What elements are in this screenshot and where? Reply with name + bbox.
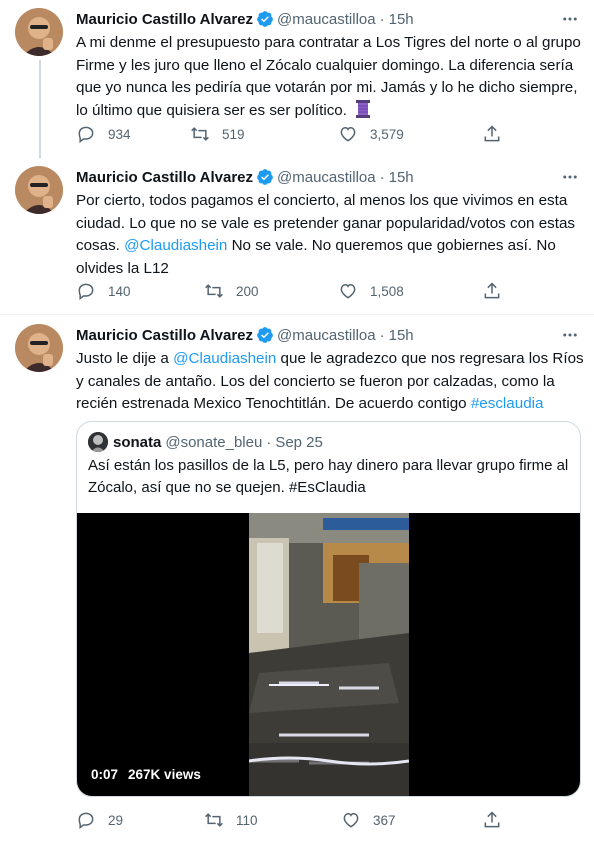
mention-link[interactable]: @Claudiashein	[124, 237, 227, 254]
retweet-button[interactable]: 200	[204, 280, 259, 302]
timestamp[interactable]: 15h	[389, 11, 414, 28]
retweet-button[interactable]: 519	[190, 123, 245, 145]
author-name[interactable]: Mauricio Castillo Alvarez	[76, 11, 253, 28]
tweet-actions: 934 519 3,579	[76, 123, 506, 145]
tweet-text: Por cierto, todos pagamos el concierto, …	[76, 190, 584, 280]
tweet-actions: 29 110 367	[76, 809, 506, 831]
retweet-icon	[205, 813, 223, 827]
author-handle[interactable]: @maucastilloa	[277, 169, 376, 186]
author-handle[interactable]: @maucastilloa	[277, 11, 376, 28]
reply-count: 140	[108, 283, 131, 299]
share-button[interactable]	[482, 809, 514, 831]
share-button[interactable]	[482, 123, 514, 145]
quoted-avatar	[88, 432, 108, 452]
author-name[interactable]: Mauricio Castillo Alvarez	[76, 169, 253, 186]
tweet-1[interactable]: Mauricio Castillo Alvarez @maucastilloa …	[0, 0, 594, 158]
more-options-button[interactable]	[560, 167, 580, 187]
verified-badge-icon	[257, 327, 273, 343]
like-count: 3,579	[370, 126, 404, 142]
retweet-icon	[191, 127, 209, 141]
more-dots-icon	[563, 333, 577, 337]
tweet-3[interactable]: Mauricio Castillo Alvarez @maucastilloa …	[0, 315, 594, 842]
heart-icon	[340, 126, 356, 142]
video-views: 267K views	[128, 767, 201, 782]
separator-dot: ·	[266, 433, 272, 451]
thread-connector	[39, 60, 41, 158]
mention-link[interactable]: @Claudiashein	[173, 350, 276, 367]
tweet-text: Justo le dije a @Claudiashein que le agr…	[76, 348, 584, 416]
tweet-2[interactable]: Mauricio Castillo Alvarez @maucastilloa …	[0, 158, 594, 314]
author-handle[interactable]: @maucastilloa	[277, 327, 376, 344]
more-options-button[interactable]	[560, 9, 580, 29]
video-thumbnail	[249, 513, 409, 796]
more-dots-icon	[563, 17, 577, 21]
reply-button[interactable]: 29	[76, 809, 123, 831]
verified-badge-icon	[257, 169, 273, 185]
separator-dot: ·	[379, 10, 385, 28]
avatar[interactable]	[15, 8, 63, 56]
share-icon	[484, 125, 500, 142]
separator-dot: ·	[379, 326, 385, 344]
quoted-tweet-header: sonata @sonate_bleu · Sep 25	[88, 432, 323, 452]
purple-thread-emoji	[356, 99, 371, 118]
share-icon	[484, 282, 500, 299]
reply-icon	[78, 283, 94, 300]
tweet-text: A mi denme el presupuesto para contratar…	[76, 32, 584, 122]
verified-badge-icon	[257, 11, 273, 27]
like-count: 367	[373, 812, 396, 828]
timestamp[interactable]: 15h	[389, 327, 414, 344]
retweet-count: 200	[236, 283, 259, 299]
more-options-button[interactable]	[560, 325, 580, 345]
like-button[interactable]: 1,508	[338, 280, 404, 302]
video-meta: 0:07 267K views	[91, 767, 201, 782]
reply-count: 934	[108, 126, 131, 142]
share-icon	[484, 811, 500, 828]
reply-count: 29	[108, 812, 124, 828]
tweet-header: Mauricio Castillo Alvarez @maucastilloa …	[76, 9, 414, 29]
quoted-author-name: sonata	[113, 433, 162, 451]
tweet-body: Justo le dije a	[76, 350, 174, 367]
retweet-count: 110	[236, 812, 258, 828]
share-button[interactable]	[482, 280, 514, 302]
like-count: 1,508	[370, 283, 404, 299]
author-name[interactable]: Mauricio Castillo Alvarez	[76, 327, 253, 344]
video-duration: 0:07	[91, 767, 119, 782]
like-button[interactable]: 367	[341, 809, 396, 831]
avatar[interactable]	[15, 324, 63, 372]
hashtag-link[interactable]: #esclaudia	[471, 395, 544, 412]
quoted-author-handle: @sonate_bleu	[165, 433, 263, 451]
tweet-body: A mi denme el presupuesto para contratar…	[76, 34, 581, 119]
reply-icon	[78, 126, 94, 143]
like-button[interactable]: 3,579	[338, 123, 404, 145]
quoted-tweet[interactable]: sonata @sonate_bleu · Sep 25 Así están l…	[76, 421, 581, 797]
heart-icon	[340, 283, 356, 299]
reply-button[interactable]: 934	[76, 123, 131, 145]
retweet-count: 519	[222, 126, 245, 142]
video-player[interactable]: 0:07 267K views	[77, 513, 580, 796]
tweet-header: Mauricio Castillo Alvarez @maucastilloa …	[76, 325, 414, 345]
quoted-date: Sep 25	[275, 433, 323, 451]
tweet-header: Mauricio Castillo Alvarez @maucastilloa …	[76, 167, 414, 187]
separator-dot: ·	[379, 168, 385, 186]
retweet-icon	[205, 284, 223, 298]
reply-icon	[78, 812, 94, 829]
avatar[interactable]	[15, 166, 63, 214]
retweet-button[interactable]: 110	[204, 809, 258, 831]
tweet-actions: 140 200 1,508	[76, 280, 506, 302]
timestamp[interactable]: 15h	[389, 169, 414, 186]
more-dots-icon	[563, 175, 577, 179]
quoted-tweet-text: Así están los pasillos de la L5, pero ha…	[88, 457, 569, 496]
heart-icon	[343, 812, 359, 828]
reply-button[interactable]: 140	[76, 280, 131, 302]
